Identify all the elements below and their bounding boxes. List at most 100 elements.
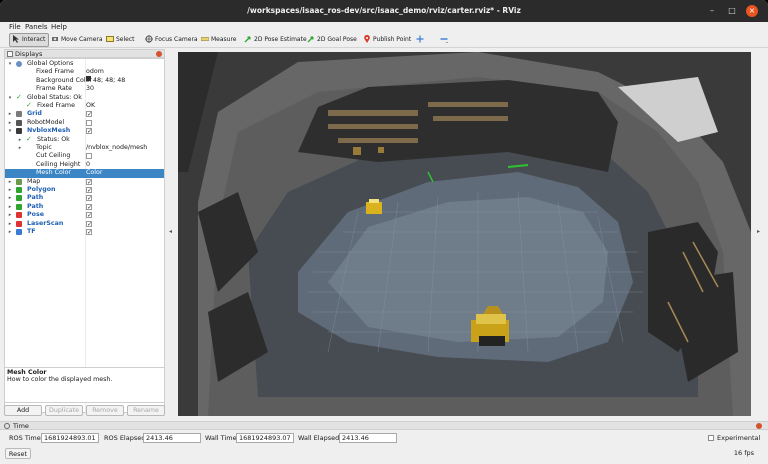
collapse-arrow-icon[interactable]: ▾ — [7, 94, 13, 102]
display-row-grid[interactable]: ▸ Grid ✓ — [5, 110, 164, 118]
display-row-map[interactable]: ▸ Map ✓ — [5, 178, 164, 186]
duplicate-button[interactable]: Duplicate — [45, 405, 83, 416]
expand-arrow-icon[interactable]: ▸ — [7, 178, 13, 186]
menu-panels[interactable]: Panels — [25, 22, 48, 32]
splitter-right-arrow[interactable]: ▸ — [757, 228, 760, 235]
panel-close-icon[interactable] — [156, 51, 162, 57]
collapse-arrow-icon[interactable]: ▾ — [7, 127, 13, 135]
display-row-path[interactable]: ▸ Path ✓ — [5, 194, 164, 202]
select-icon — [106, 35, 114, 42]
path-icon — [16, 195, 22, 202]
display-row-value[interactable]: OK — [86, 102, 95, 110]
path-icon — [16, 203, 22, 210]
check-icon: ✓ — [26, 134, 32, 143]
close-button[interactable]: × — [746, 5, 758, 17]
maximize-button[interactable]: □ — [726, 5, 738, 17]
display-row-value[interactable]: /nvblox_node/mesh — [86, 144, 147, 152]
displays-tree[interactable]: ▾ Global Options Fixed Frame odom Background… — [4, 58, 165, 413]
display-enabled-checkbox[interactable] — [86, 153, 92, 160]
collapse-arrow-icon[interactable]: ▾ — [7, 60, 13, 68]
focus-camera-tool[interactable]: Focus Camera — [145, 34, 198, 46]
display-row-tf[interactable]: ▸ TF ✓ — [5, 228, 164, 236]
displays-button-row: Add Duplicate Remove Rename — [4, 405, 165, 416]
display-row-label: Fixed Frame — [37, 102, 75, 109]
splitter-left-arrow[interactable]: ◂ — [169, 228, 172, 235]
wall-elapsed-field[interactable]: 2413.46 — [339, 433, 397, 443]
display-row-mesh-color[interactable]: Mesh Color Color — [5, 169, 164, 178]
display-enabled-checkbox[interactable] — [86, 119, 92, 126]
display-row-pose[interactable]: ▸ Pose ✓ — [5, 211, 164, 219]
goal-pose-tool[interactable]: 2D Goal Pose — [307, 34, 357, 46]
expand-arrow-icon[interactable]: ▸ — [7, 228, 13, 236]
display-row-topic[interactable]: ▸ Topic/nvblox_node/mesh — [5, 144, 164, 152]
display-enabled-checkbox[interactable]: ✓ — [86, 178, 92, 185]
display-enabled-checkbox[interactable]: ✓ — [86, 220, 92, 227]
select-tool[interactable]: Select — [106, 34, 135, 46]
display-row-frame-rate[interactable]: Frame Rate 30 — [5, 85, 164, 93]
menu-file[interactable]: File — [9, 22, 21, 32]
display-row-path[interactable]: ▸ Path ✓ — [5, 203, 164, 211]
experimental-checkbox[interactable] — [708, 435, 714, 441]
interact-tool[interactable]: Interact — [9, 33, 50, 47]
display-enabled-checkbox[interactable]: ✓ — [86, 229, 92, 236]
time-panel-close-icon[interactable] — [756, 423, 762, 429]
publish-point-tool[interactable]: Publish Point — [363, 34, 411, 46]
display-row-label: Polygon — [27, 186, 56, 193]
display-row-fixed-frame[interactable]: Fixed Frame odom — [5, 68, 164, 76]
render-viewport[interactable] — [178, 52, 751, 416]
display-enabled-checkbox[interactable]: ✓ — [86, 203, 92, 210]
display-row-value[interactable]: Color — [86, 169, 102, 177]
goal-pose-icon — [307, 35, 314, 42]
display-enabled-checkbox[interactable]: ✓ — [86, 187, 92, 194]
display-row-robotmodel[interactable]: ▸ RobotModel — [5, 119, 164, 127]
expand-arrow-icon[interactable]: ▸ — [7, 110, 13, 118]
tool-bar: Interact Move Camera Select Focus Camera… — [0, 32, 768, 48]
remove-tool-button[interactable] — [440, 34, 450, 46]
expand-arrow-icon[interactable]: ▸ — [7, 203, 13, 211]
display-row-label: TF — [27, 228, 36, 235]
display-row-polygon[interactable]: ▸ Polygon ✓ — [5, 186, 164, 194]
minimize-button[interactable]: – — [706, 5, 718, 17]
display-row-fixed-frame[interactable]: ✓ Fixed Frame OK — [5, 102, 164, 110]
display-row-value[interactable]: 30 — [86, 85, 94, 93]
check-icon: ✓ — [16, 92, 22, 101]
display-row-background-color[interactable]: Background Color 48; 48; 48 — [5, 76, 164, 85]
interact-label: Interact — [22, 36, 46, 43]
expand-arrow-icon[interactable]: ▸ — [7, 119, 13, 127]
display-enabled-checkbox[interactable]: ✓ — [86, 111, 92, 118]
select-label: Select — [116, 36, 135, 43]
rename-button[interactable]: Rename — [127, 405, 165, 416]
add-tool-button[interactable] — [416, 34, 426, 46]
display-row-global-options[interactable]: ▾ Global Options — [5, 60, 164, 68]
display-row-value[interactable]: 0 — [86, 161, 90, 169]
ros-time-field[interactable]: 1681924893.01 — [41, 433, 99, 443]
expand-arrow-icon[interactable]: ▸ — [7, 220, 13, 228]
expand-arrow-icon[interactable]: ▸ — [17, 136, 23, 144]
move-camera-tool[interactable]: Move Camera — [51, 34, 103, 46]
expand-arrow-icon[interactable]: ▸ — [7, 186, 13, 194]
menu-help[interactable]: Help — [51, 22, 67, 32]
display-row-laserscan[interactable]: ▸ LaserScan ✓ — [5, 220, 164, 228]
wall-time-field[interactable]: 1681924893.07 — [236, 433, 294, 443]
expand-arrow-icon[interactable]: ▸ — [17, 144, 23, 152]
remove-button[interactable]: Remove — [86, 405, 124, 416]
pose-estimate-tool[interactable]: 2D Pose Estimate — [244, 34, 307, 46]
ros-elapsed-field[interactable]: 2413.46 — [143, 433, 201, 443]
display-row-status-ok[interactable]: ▸ ✓ Status: Ok — [5, 134, 164, 144]
display-enabled-checkbox[interactable]: ✓ — [86, 212, 92, 219]
add-button[interactable]: Add — [4, 405, 42, 416]
measure-tool[interactable]: Measure — [201, 34, 237, 46]
help-title: Mesh Color — [7, 369, 47, 376]
window-title: /workspaces/isaac_ros-dev/src/isaac_demo… — [247, 6, 521, 15]
display-row-value[interactable]: 48; 48; 48 — [86, 76, 125, 85]
display-row-ceiling-height[interactable]: Ceiling Height 0 — [5, 161, 164, 169]
reset-button[interactable]: Reset — [5, 448, 31, 459]
menu-bar: File Panels Help — [0, 22, 768, 32]
display-row-label: Global Options — [27, 60, 74, 67]
display-row-cut-ceiling[interactable]: Cut Ceiling — [5, 152, 164, 160]
display-enabled-checkbox[interactable]: ✓ — [86, 128, 92, 135]
expand-arrow-icon[interactable]: ▸ — [7, 194, 13, 202]
tf-icon — [16, 229, 22, 235]
display-enabled-checkbox[interactable]: ✓ — [86, 195, 92, 202]
expand-arrow-icon[interactable]: ▸ — [7, 211, 13, 219]
